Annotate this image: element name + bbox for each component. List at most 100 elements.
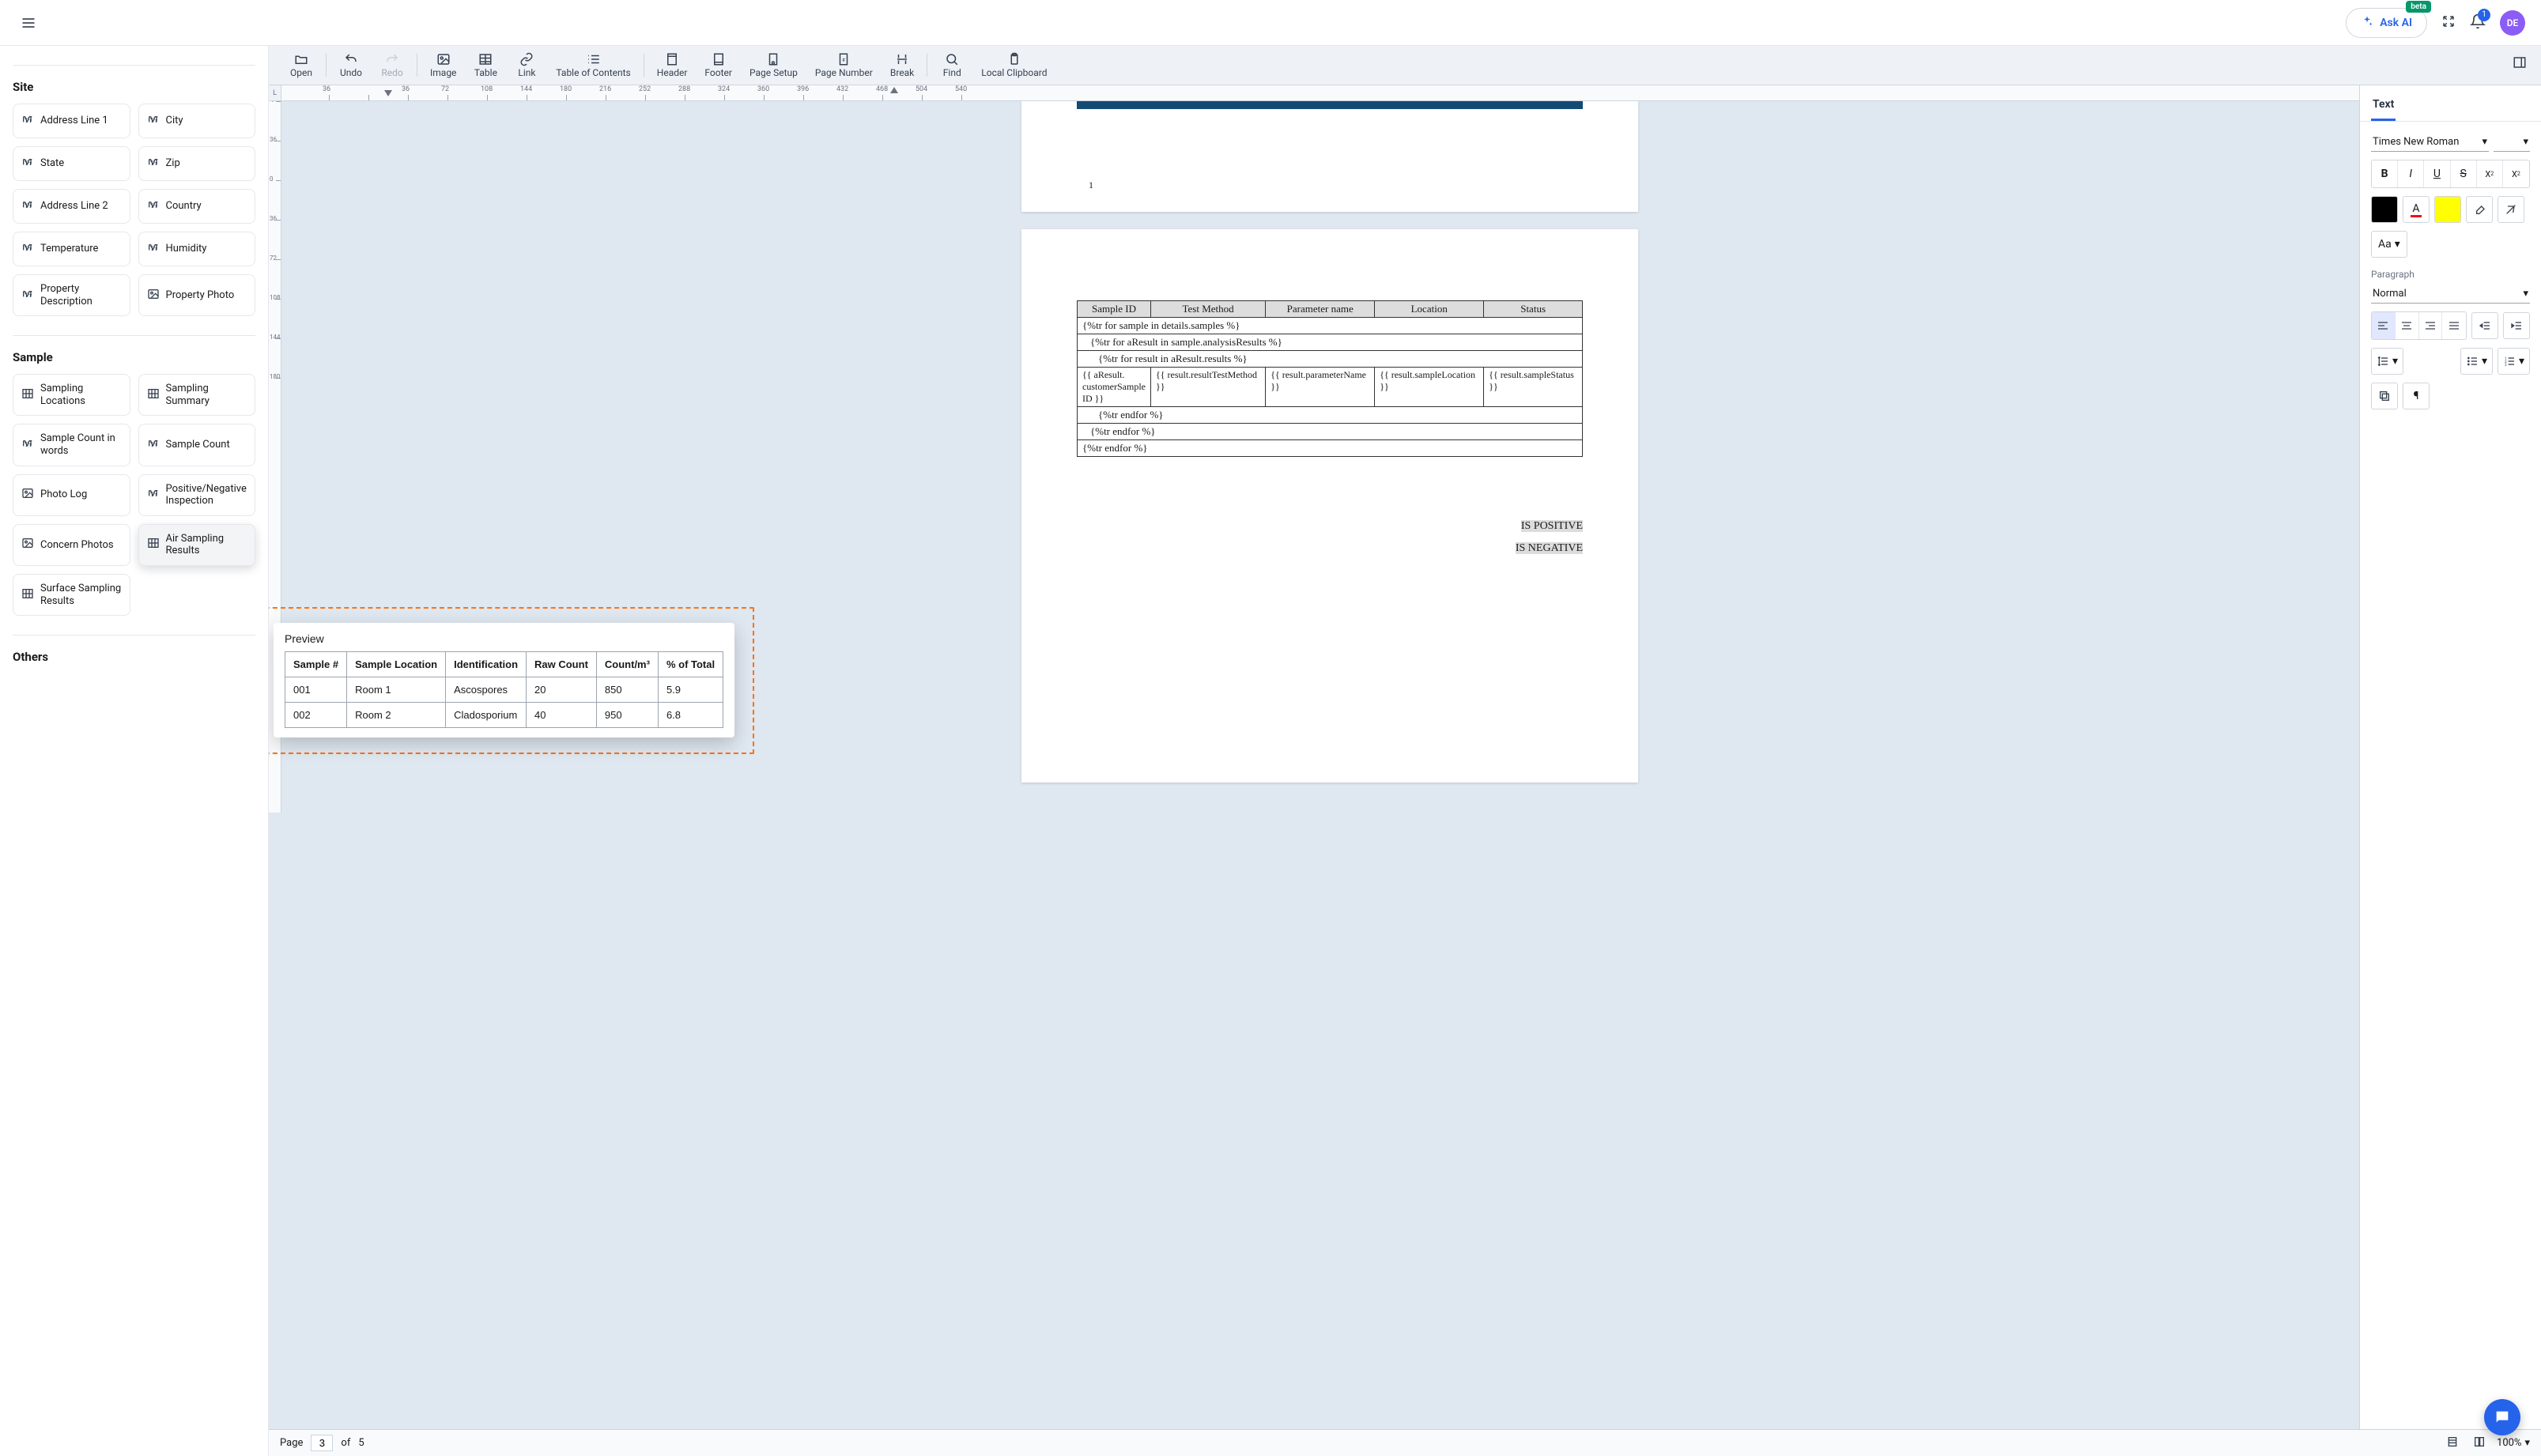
fullscreen-icon[interactable] <box>2441 14 2456 32</box>
current-page-input[interactable] <box>311 1435 333 1451</box>
undo-button[interactable]: Undo <box>334 49 368 81</box>
text-icon: TT <box>147 437 160 453</box>
align-left-button[interactable] <box>2372 312 2396 339</box>
toc-button[interactable]: Table of Contents <box>551 49 635 81</box>
redo-button[interactable]: Redo <box>376 49 409 81</box>
clear-format-button[interactable] <box>2498 196 2524 223</box>
field-chip[interactable]: Property Photo <box>138 274 256 316</box>
chip-label: Concern Photos <box>40 539 114 552</box>
superscript-button[interactable]: X2 <box>2477 160 2503 187</box>
field-chip[interactable]: TTAddress Line 1 <box>13 104 130 138</box>
copy-style-button[interactable] <box>2371 383 2398 409</box>
field-chip[interactable]: Sampling Summary <box>138 374 256 416</box>
ask-ai-button[interactable]: Ask AI beta <box>2346 8 2427 38</box>
break-button[interactable]: Break <box>885 49 919 81</box>
align-center-button[interactable] <box>2396 312 2419 339</box>
chip-label: Property Description <box>40 283 122 307</box>
zoom-control[interactable]: 100% ▾ <box>2497 1437 2530 1449</box>
text-color-button[interactable]: A <box>2403 196 2430 223</box>
text-icon: TT <box>147 198 160 214</box>
field-chip[interactable]: TTAddress Line 2 <box>13 189 130 224</box>
paragraph-style-select[interactable]: Normal ▾ <box>2371 285 2530 304</box>
indent-button[interactable] <box>2503 312 2530 339</box>
image-icon <box>147 288 160 304</box>
bullet-list-button[interactable]: ▾ <box>2460 348 2493 375</box>
page-number-icon: # <box>836 52 851 66</box>
chip-label: Address Line 1 <box>40 115 108 127</box>
sidebar-section-title: Sample <box>13 350 255 364</box>
header-button[interactable]: Header <box>652 49 693 81</box>
svg-text:T: T <box>25 202 28 209</box>
table-button[interactable]: Table <box>469 49 502 81</box>
field-chip[interactable]: TTProperty Description <box>13 274 130 316</box>
field-chip[interactable]: TT Country <box>138 189 256 224</box>
notifications-button[interactable]: 1 <box>2470 13 2486 32</box>
open-button[interactable]: Open <box>285 49 318 81</box>
svg-text:T: T <box>150 441 154 448</box>
horizontal-ruler[interactable]: 3636721081441802162522883243603964324685… <box>281 85 2359 101</box>
bold-button[interactable]: B <box>2372 160 2398 187</box>
document-canvas[interactable]: L 36367210814418021625228832436039643246… <box>269 85 2359 1429</box>
field-chip[interactable]: TTCity <box>138 104 256 138</box>
template-table[interactable]: Sample IDTest MethodParameter nameLocati… <box>1077 300 1583 457</box>
numbered-list-button[interactable]: 123 ▾ <box>2498 348 2530 375</box>
highlight-swatch[interactable] <box>2434 196 2461 223</box>
chip-label: Country <box>166 200 202 213</box>
svg-text:T: T <box>28 443 32 448</box>
table-icon <box>478 52 493 66</box>
text-case-button[interactable]: Aa ▾ <box>2371 231 2407 258</box>
font-family-select[interactable]: Times New Roman ▾ <box>2371 133 2489 152</box>
align-right-button[interactable] <box>2419 312 2443 339</box>
highlight-button[interactable] <box>2466 196 2493 223</box>
panel-toggle-button[interactable] <box>2506 49 2533 81</box>
field-chip[interactable]: TTZip <box>138 146 256 181</box>
page-setup-button[interactable]: Page Setup <box>745 49 802 81</box>
svg-text:T: T <box>154 443 157 448</box>
line-spacing-button[interactable]: ▾ <box>2371 348 2403 375</box>
total-pages: 5 <box>358 1437 364 1449</box>
view-mode-1-button[interactable] <box>2443 1432 2462 1454</box>
field-chip[interactable]: Surface Sampling Results <box>13 574 130 616</box>
svg-text:T: T <box>28 294 32 299</box>
find-button[interactable]: Find <box>935 49 968 81</box>
field-chip[interactable]: Photo Log <box>13 474 130 516</box>
menu-hamburger[interactable] <box>16 10 41 36</box>
align-justify-button[interactable] <box>2442 312 2466 339</box>
chip-label: Sampling Locations <box>40 383 122 407</box>
text-color-swatch[interactable] <box>2371 196 2398 223</box>
view-mode-2-button[interactable] <box>2470 1432 2489 1454</box>
link-button[interactable]: Link <box>510 49 543 81</box>
italic-button[interactable]: I <box>2398 160 2424 187</box>
chevron-down-icon: ▾ <box>2482 136 2487 148</box>
field-chip[interactable]: Concern Photos <box>13 524 130 566</box>
field-chip[interactable]: TTState <box>13 146 130 181</box>
svg-text:T: T <box>28 162 32 167</box>
field-chip[interactable]: TTSample Count in words <box>13 424 130 466</box>
search-icon <box>945 52 959 66</box>
table-icon <box>21 387 34 403</box>
local-clipboard-button[interactable]: Local Clipboard <box>976 49 1052 81</box>
svg-text:T: T <box>150 245 154 252</box>
avatar[interactable]: DE <box>2500 10 2525 36</box>
show-formatting-button[interactable]: ¶ <box>2403 383 2430 409</box>
field-chip[interactable]: TTSample Count <box>138 424 256 466</box>
chevron-down-icon: ▾ <box>2523 288 2528 300</box>
page[interactable]: Sample IDTest MethodParameter nameLocati… <box>1021 229 1638 783</box>
chat-bubble-button[interactable] <box>2484 1399 2520 1435</box>
footer-button[interactable]: Footer <box>700 49 737 81</box>
underline-button[interactable]: U <box>2424 160 2450 187</box>
page-number-button[interactable]: # Page Number <box>810 49 878 81</box>
field-chip[interactable]: TTHumidity <box>138 232 256 266</box>
font-size-select[interactable]: ▾ <box>2494 133 2530 152</box>
svg-text:T: T <box>154 247 157 252</box>
tab-text[interactable]: Text <box>2371 93 2396 121</box>
image-button[interactable]: Image <box>425 49 461 81</box>
strike-button[interactable]: S <box>2451 160 2477 187</box>
field-chip[interactable]: TTPositive/Negative Inspection <box>138 474 256 516</box>
field-chip[interactable]: TTTemperature <box>13 232 130 266</box>
field-chip[interactable]: Sampling Locations <box>13 374 130 416</box>
of-label: of <box>341 1437 350 1449</box>
field-chip[interactable]: Air Sampling Results <box>138 524 256 566</box>
subscript-button[interactable]: X2 <box>2503 160 2529 187</box>
outdent-button[interactable] <box>2471 312 2498 339</box>
